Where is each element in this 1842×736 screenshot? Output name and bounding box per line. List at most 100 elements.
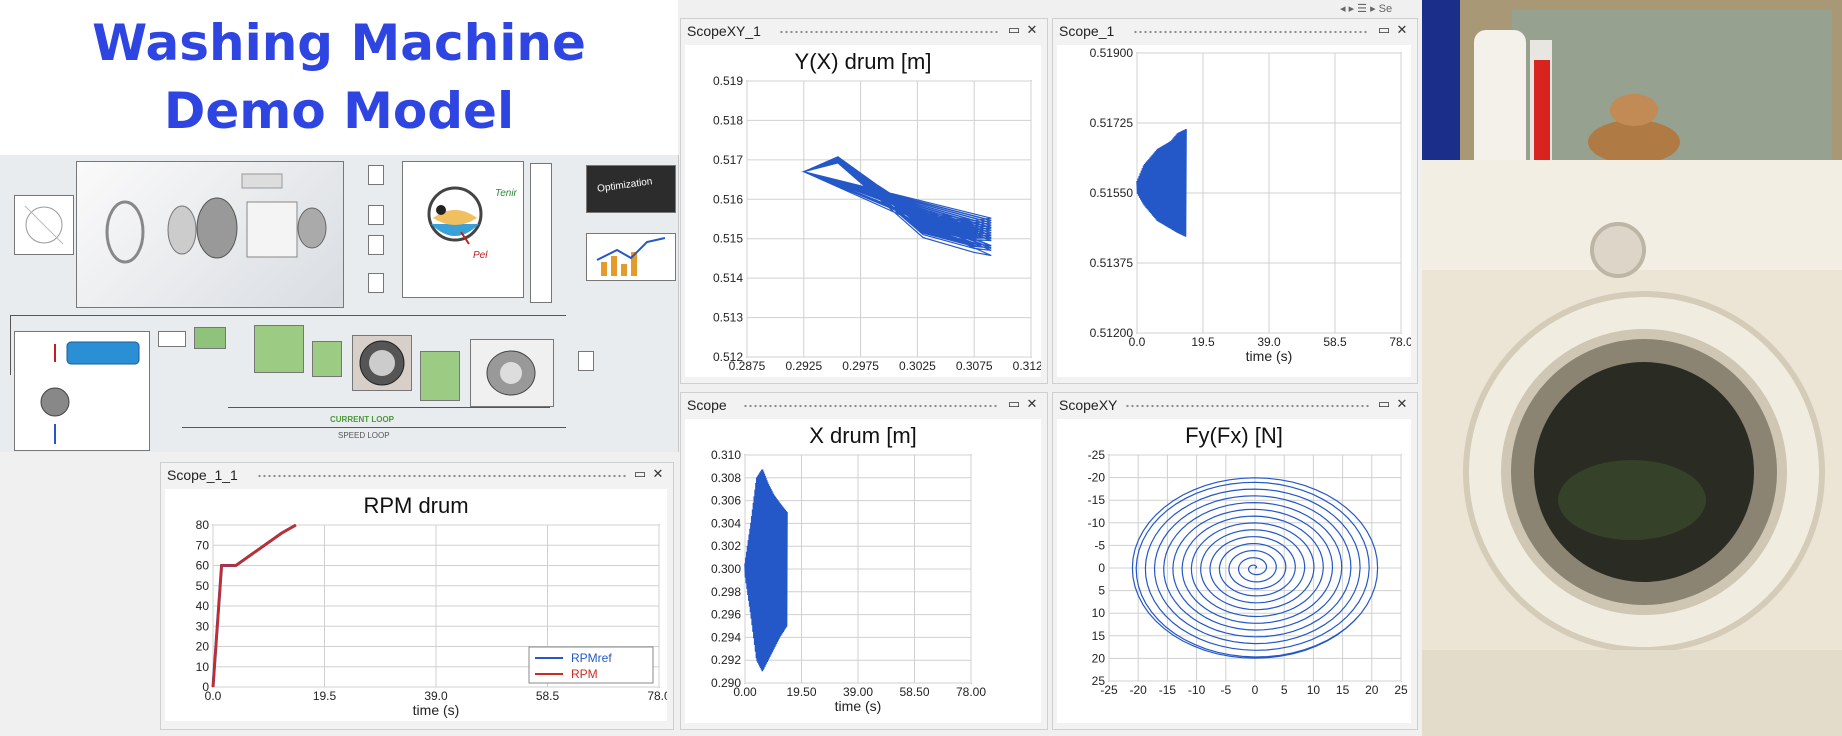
y-tick-label: 0.298 bbox=[711, 585, 741, 599]
x-tick-label: 58.50 bbox=[899, 685, 929, 699]
y-tick-label: 0.296 bbox=[711, 608, 741, 622]
close-icon[interactable]: ✕ bbox=[1395, 22, 1409, 38]
chart-y-x-drum: 0.28750.29250.29750.30250.30750.31250.51… bbox=[713, 74, 1041, 373]
scope-panel-scope_1_1[interactable]: Scope_1_1 ▭ ✕ RPM drum 0.0 19.5 39.0 58.5 78… bbox=[160, 462, 674, 730]
scope-panel-scopexy[interactable]: ScopeXY ▭ ✕ Fy(Fx) [N] -25 -20 -15 -10 -5 0 5 1… bbox=[1052, 392, 1418, 730]
drum-assembly-block[interactable] bbox=[76, 161, 344, 308]
scope-panel-scopexy_1[interactable]: ScopeXY_1 ▭ ✕ Y(X) drum [m] 0.2875 0.2925… bbox=[680, 18, 1048, 384]
scope-name: ScopeXY bbox=[1059, 397, 1118, 413]
y-tick-label: 10 bbox=[196, 660, 210, 674]
port-block[interactable] bbox=[578, 351, 594, 371]
inverter-block[interactable] bbox=[420, 351, 460, 401]
model-diagram[interactable]: Tenir Pel Optimization CURRENT LOOP SPEE… bbox=[0, 155, 679, 452]
x-tick-label: 0 bbox=[1252, 683, 1259, 697]
port-block[interactable] bbox=[368, 235, 384, 255]
maximize-icon[interactable]: ▭ bbox=[633, 466, 647, 482]
y-tick-label: 0.51200 bbox=[1090, 326, 1134, 340]
y-tick-label: 0.290 bbox=[711, 676, 741, 690]
optimization-label: Optimization bbox=[596, 176, 654, 195]
y-tick-label: 0.519 bbox=[713, 74, 743, 88]
drum-load-block[interactable]: Tenir Pel bbox=[402, 161, 524, 298]
y-tick-label: 50 bbox=[196, 579, 210, 593]
drag-handle[interactable] bbox=[743, 404, 999, 408]
y-tick-label: 0.300 bbox=[711, 562, 741, 576]
mux-block[interactable] bbox=[530, 163, 552, 303]
x-tick-label: -10 bbox=[1188, 683, 1206, 697]
speed-loop-label: SPEED LOOP bbox=[338, 431, 390, 440]
x-tick-label: 39.00 bbox=[843, 685, 873, 699]
close-icon[interactable]: ✕ bbox=[1025, 22, 1039, 38]
port-block[interactable] bbox=[368, 165, 384, 185]
maximize-icon[interactable]: ▭ bbox=[1377, 396, 1391, 412]
y-tick-label: 60 bbox=[196, 559, 210, 573]
drag-handle[interactable] bbox=[779, 30, 999, 34]
x-tick-label: 0.3025 bbox=[899, 359, 936, 373]
scope-title-bar[interactable]: Scope ▭ ✕ bbox=[681, 393, 1047, 417]
legend: RPMref RPM bbox=[528, 646, 654, 684]
pi-controller-block[interactable] bbox=[254, 325, 304, 373]
scope-title-bar[interactable]: Scope_1 ▭ ✕ bbox=[1053, 19, 1417, 43]
tenir-label: Tenir bbox=[495, 188, 518, 199]
plot-area: X drum [m] 0.00 19.50 39.00 58.50 78.00 0.290… bbox=[685, 419, 1041, 723]
y-tick-label: 0 bbox=[1098, 561, 1105, 575]
x-tick-label: 0.2975 bbox=[842, 359, 879, 373]
washing-machine-image bbox=[1422, 0, 1842, 736]
port-block[interactable] bbox=[368, 273, 384, 293]
title-area: Washing Machine Demo Model bbox=[0, 0, 678, 155]
pump-block[interactable] bbox=[14, 331, 150, 451]
y-tick-label: 0.513 bbox=[713, 311, 743, 325]
y-tick-label: -5 bbox=[1094, 538, 1105, 552]
signal-wire bbox=[10, 315, 11, 375]
x-tick-label: 19.5 bbox=[313, 689, 337, 703]
current-controller-block[interactable] bbox=[312, 341, 342, 377]
drum-load-icon: Tenir Pel bbox=[427, 186, 518, 261]
nav-arrows-icon[interactable]: ◂ ▸ ☰ ▸ bbox=[1340, 3, 1376, 15]
scope-name: ScopeXY_1 bbox=[687, 23, 761, 39]
plot-area: 0.0 19.5 39.0 58.5 78.0 0.51200 0.51375 0.51550… bbox=[1057, 45, 1411, 377]
chart-fy-fx: -25 -20 -15 -10 -5 0 5 10 15 20 252520151050-5-10-… bbox=[1088, 448, 1408, 697]
motor-stator-block[interactable] bbox=[352, 335, 412, 391]
x-tick-label: 10 bbox=[1307, 683, 1321, 697]
sensor-block[interactable] bbox=[14, 195, 74, 255]
y-tick-label: -20 bbox=[1088, 471, 1106, 485]
optimization-chart-block[interactable] bbox=[586, 233, 676, 281]
y-tick-label: 0.516 bbox=[713, 192, 743, 206]
title-line-1: Washing Machine bbox=[92, 14, 586, 72]
chart-x-drum: 0.00 19.50 39.00 58.50 78.000.2900.2920.2940… bbox=[711, 448, 986, 714]
gain-block[interactable] bbox=[158, 331, 186, 347]
y-tick-label: 0.51375 bbox=[1090, 256, 1134, 270]
controller-block[interactable] bbox=[194, 327, 226, 349]
x-axis-label: time (s) bbox=[1246, 348, 1293, 364]
x-tick-label: 0.2925 bbox=[785, 359, 822, 373]
scope-title-bar[interactable]: Scope_1_1 ▭ ✕ bbox=[161, 463, 673, 487]
x-axis-label: time (s) bbox=[835, 698, 882, 714]
motor-block[interactable] bbox=[470, 339, 554, 407]
plot-area: Y(X) drum [m] 0.2875 0.2925 0.2975 0.3025 0.… bbox=[685, 45, 1041, 377]
y-tick-label: 10 bbox=[1092, 606, 1106, 620]
y-tick-label: 0.306 bbox=[711, 494, 741, 508]
scope-panel-scope_1[interactable]: Scope_1 ▭ ✕ 0.0 19.5 39.0 58.5 78.0 0.51200 0.… bbox=[1052, 18, 1418, 384]
close-icon[interactable]: ✕ bbox=[1025, 396, 1039, 412]
drag-handle[interactable] bbox=[1133, 30, 1369, 34]
maximize-icon[interactable]: ▭ bbox=[1007, 396, 1021, 412]
close-icon[interactable]: ✕ bbox=[651, 466, 665, 482]
y-tick-label: 0 bbox=[202, 680, 209, 694]
maximize-icon[interactable]: ▭ bbox=[1007, 22, 1021, 38]
drag-handle[interactable] bbox=[1125, 404, 1369, 408]
scope-panel-scope[interactable]: Scope ▭ ✕ X drum [m] 0.00 19.50 39.00 58.50… bbox=[680, 392, 1048, 730]
y-tick-label: -25 bbox=[1088, 448, 1106, 462]
scope-title-bar[interactable]: ScopeXY ▭ ✕ bbox=[1053, 393, 1417, 417]
y-tick-label: 0.512 bbox=[713, 350, 743, 364]
legend-label: RPM bbox=[571, 667, 598, 681]
drag-handle[interactable] bbox=[257, 474, 627, 478]
scope-title-bar[interactable]: ScopeXY_1 ▭ ✕ bbox=[681, 19, 1047, 43]
maximize-icon[interactable]: ▭ bbox=[1377, 22, 1391, 38]
port-block[interactable] bbox=[368, 205, 384, 225]
scope-name: Scope_1_1 bbox=[167, 467, 238, 483]
y-tick-label: -10 bbox=[1088, 516, 1106, 530]
close-icon[interactable]: ✕ bbox=[1395, 396, 1409, 412]
optimization-block[interactable]: Optimization bbox=[586, 165, 676, 213]
window-toolbar[interactable]: ◂ ▸ ☰ ▸ Se bbox=[1340, 2, 1422, 18]
x-tick-label: -5 bbox=[1220, 683, 1231, 697]
y-tick-label: 0.302 bbox=[711, 539, 741, 553]
